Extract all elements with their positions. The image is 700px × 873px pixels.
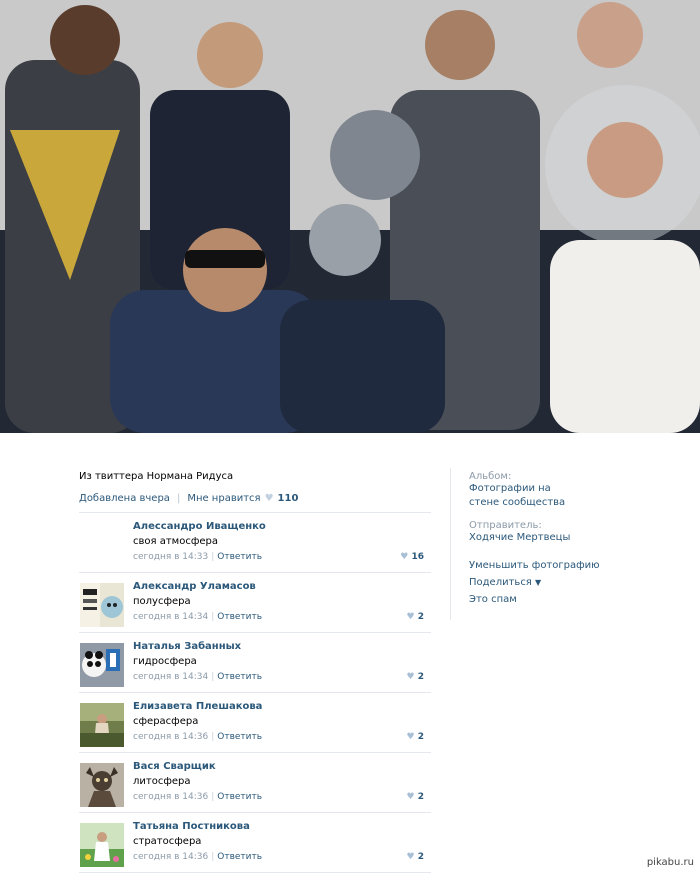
comment-like-count: 16 bbox=[411, 552, 424, 562]
comment-time[interactable]: сегодня в 14:34 bbox=[133, 612, 208, 622]
heart-icon[interactable]: ♥ bbox=[407, 672, 415, 682]
avatar[interactable] bbox=[80, 823, 124, 867]
comment-like-count: 2 bbox=[417, 792, 424, 802]
comment-item: Александр Уламасов полусфера сегодня в 1… bbox=[79, 573, 431, 633]
comment-like-count: 2 bbox=[417, 732, 424, 742]
reply-link[interactable]: Ответить bbox=[217, 792, 262, 802]
reply-link[interactable]: Ответить bbox=[217, 732, 262, 742]
separator: | bbox=[211, 612, 215, 622]
reply-link[interactable]: Ответить bbox=[217, 552, 262, 562]
photo-caption: Из твиттера Нормана Ридуса bbox=[79, 471, 234, 482]
comment-author[interactable]: Вася Сварщик bbox=[133, 761, 216, 772]
comment-text: сферасфера bbox=[133, 716, 199, 727]
avatar[interactable] bbox=[80, 523, 124, 567]
comment-like[interactable]: ♥ 2 bbox=[407, 852, 424, 862]
avatar[interactable] bbox=[80, 643, 124, 687]
group-photo-illustration bbox=[0, 0, 700, 433]
reply-link[interactable]: Ответить bbox=[217, 852, 262, 862]
reply-link[interactable]: Ответить bbox=[217, 672, 262, 682]
comment-like[interactable]: ♥ 2 bbox=[407, 792, 424, 802]
flowers-icon bbox=[80, 823, 124, 867]
comment-text: гидросфера bbox=[133, 656, 197, 667]
comment-item: Елизавета Плешакова сферасфера сегодня в… bbox=[79, 693, 431, 753]
heart-icon[interactable]: ♥ bbox=[400, 552, 408, 562]
comment-author[interactable]: Наталья Забанных bbox=[133, 641, 241, 652]
sender-label: Отправитель: bbox=[469, 520, 542, 531]
comment-author[interactable]: Татьяна Постникова bbox=[133, 821, 250, 832]
comment-time[interactable]: сегодня в 14:36 bbox=[133, 852, 208, 862]
comment-info: сегодня в 14:34 | Ответить bbox=[133, 612, 262, 622]
added-date-link[interactable]: Добавлена вчера bbox=[79, 493, 170, 504]
comment-like[interactable]: ♥ 16 bbox=[400, 552, 424, 562]
comment-time[interactable]: сегодня в 14:34 bbox=[133, 672, 208, 682]
separator: | bbox=[176, 493, 181, 504]
like-button[interactable]: Мне нравится bbox=[187, 493, 260, 504]
forest-icon bbox=[80, 703, 124, 747]
heart-icon[interactable]: ♥ bbox=[407, 612, 415, 622]
share-link[interactable]: Поделиться ▼ bbox=[469, 577, 669, 588]
comment-item: Наталья Забанных гидросфера сегодня в 14… bbox=[79, 633, 431, 693]
comment-like-count: 2 bbox=[417, 612, 424, 622]
comment-item: Вася Сварщик литосфера сегодня в 14:36 | О… bbox=[79, 753, 431, 813]
comment-text: полусфера bbox=[133, 596, 191, 607]
monster-icon bbox=[80, 763, 124, 807]
meme-icon bbox=[80, 583, 124, 627]
comment-like[interactable]: ♥ 2 bbox=[407, 672, 424, 682]
caret-down-icon: ▼ bbox=[535, 578, 542, 587]
comment-time[interactable]: сегодня в 14:33 bbox=[133, 552, 208, 562]
heart-icon[interactable]: ♥ bbox=[265, 493, 274, 504]
avatar[interactable] bbox=[80, 583, 124, 627]
comment-info: сегодня в 14:34 | Ответить bbox=[133, 672, 262, 682]
heart-icon[interactable]: ♥ bbox=[407, 792, 415, 802]
comment-info: сегодня в 14:33 | Ответить bbox=[133, 552, 262, 562]
comment-time[interactable]: сегодня в 14:36 bbox=[133, 792, 208, 802]
watermark: pikabu.ru bbox=[646, 857, 694, 868]
comment-item: Татьяна Постникова стратосфера сегодня в… bbox=[79, 813, 431, 873]
comment-like-count: 2 bbox=[417, 672, 424, 682]
comment-text: стратосфера bbox=[133, 836, 202, 847]
shrink-photo-link[interactable]: Уменьшить фотографию bbox=[469, 560, 669, 571]
panda-icon bbox=[80, 643, 124, 687]
album-link[interactable]: Фотографии на стене сообщества bbox=[469, 482, 584, 510]
avatar[interactable] bbox=[80, 763, 124, 807]
comment-info: сегодня в 14:36 | Ответить bbox=[133, 732, 262, 742]
comment-author[interactable]: Алессандро Иващенко bbox=[133, 521, 266, 532]
comment-author[interactable]: Александр Уламасов bbox=[133, 581, 256, 592]
separator: | bbox=[211, 792, 215, 802]
separator: | bbox=[211, 732, 215, 742]
comment-info: сегодня в 14:36 | Ответить bbox=[133, 852, 262, 862]
separator: | bbox=[211, 552, 215, 562]
share-label: Поделиться bbox=[469, 577, 532, 588]
comment-like[interactable]: ♥ 2 bbox=[407, 612, 424, 622]
heart-icon[interactable]: ♥ bbox=[407, 852, 415, 862]
main-photo[interactable] bbox=[0, 0, 700, 433]
album-label: Альбом: bbox=[469, 471, 512, 482]
spam-link[interactable]: Это спам bbox=[469, 594, 669, 605]
comment-time[interactable]: сегодня в 14:36 bbox=[133, 732, 208, 742]
avatar[interactable] bbox=[80, 703, 124, 747]
reply-link[interactable]: Ответить bbox=[217, 612, 262, 622]
comment-like[interactable]: ♥ 2 bbox=[407, 732, 424, 742]
photo-meta: Из твиттера Нормана Ридуса Добавлена вче… bbox=[79, 471, 449, 504]
comments-list: Алессандро Иващенко своя атмосфера сегод… bbox=[79, 513, 431, 873]
comment-text: литосфера bbox=[133, 776, 191, 787]
separator: | bbox=[211, 852, 215, 862]
likes-count[interactable]: 110 bbox=[278, 493, 299, 504]
heart-icon[interactable]: ♥ bbox=[407, 732, 415, 742]
comment-item: Алессандро Иващенко своя атмосфера сегод… bbox=[79, 513, 431, 573]
separator: | bbox=[211, 672, 215, 682]
sender-link[interactable]: Ходячие Мертвецы bbox=[469, 531, 669, 545]
comment-info: сегодня в 14:36 | Ответить bbox=[133, 792, 262, 802]
sidebar-divider bbox=[450, 468, 451, 620]
comment-author[interactable]: Елизавета Плешакова bbox=[133, 701, 262, 712]
photo-likes-row: Добавлена вчера | Мне нравится ♥ 110 bbox=[79, 493, 449, 504]
comment-like-count: 2 bbox=[417, 852, 424, 862]
photo-sidebar: Альбом: Фотографии на стене сообщества О… bbox=[469, 471, 669, 605]
comment-text: своя атмосфера bbox=[133, 536, 218, 547]
